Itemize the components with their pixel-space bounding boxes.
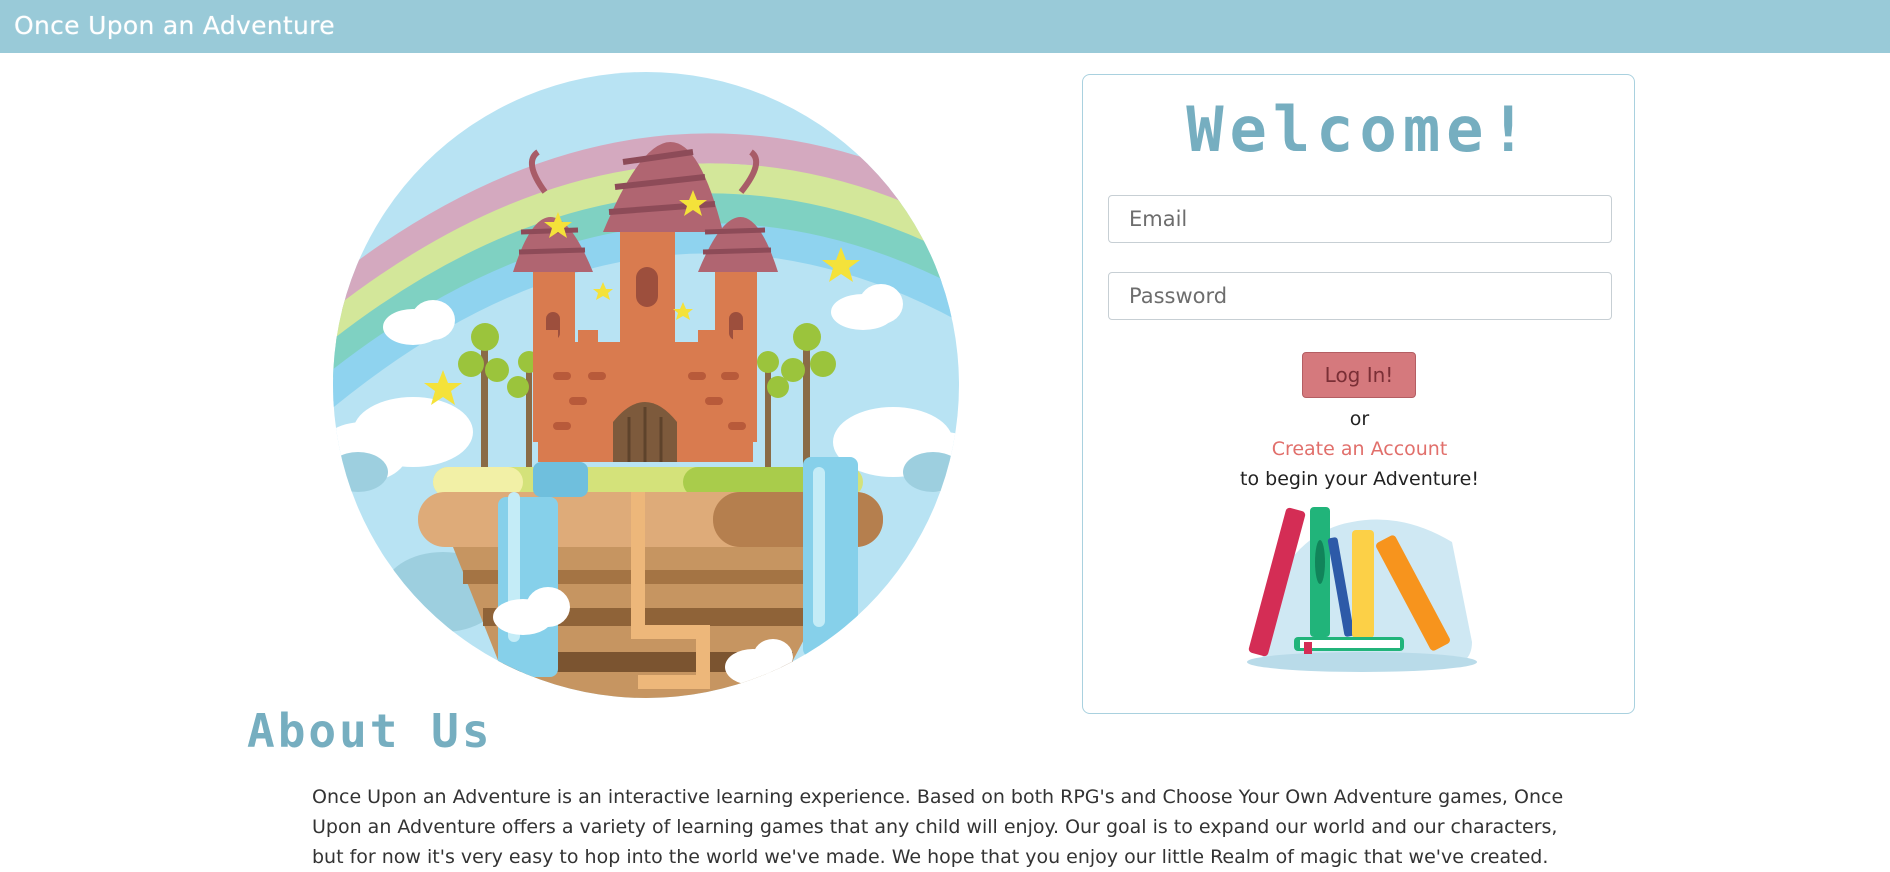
welcome-heading: Welcome! bbox=[1186, 93, 1533, 166]
or-text: or bbox=[1349, 408, 1370, 430]
email-input[interactable] bbox=[1108, 195, 1612, 243]
castle-illustration bbox=[333, 72, 959, 698]
begin-adventure-text: to begin your Adventure! bbox=[1240, 468, 1479, 490]
brand-title[interactable]: Once Upon an Adventure bbox=[14, 11, 335, 40]
top-navbar: Once Upon an Adventure bbox=[0, 0, 1890, 53]
login-card: Welcome! Log In! or Create an Account to… bbox=[1082, 74, 1635, 714]
about-heading: About Us bbox=[247, 704, 493, 758]
password-input[interactable] bbox=[1108, 272, 1612, 320]
login-button[interactable]: Log In! bbox=[1302, 352, 1416, 398]
create-account-link[interactable]: Create an Account bbox=[1083, 438, 1636, 460]
about-paragraph: Once Upon an Adventure is an interactive… bbox=[312, 786, 1564, 868]
books-illustration bbox=[1247, 507, 1477, 672]
